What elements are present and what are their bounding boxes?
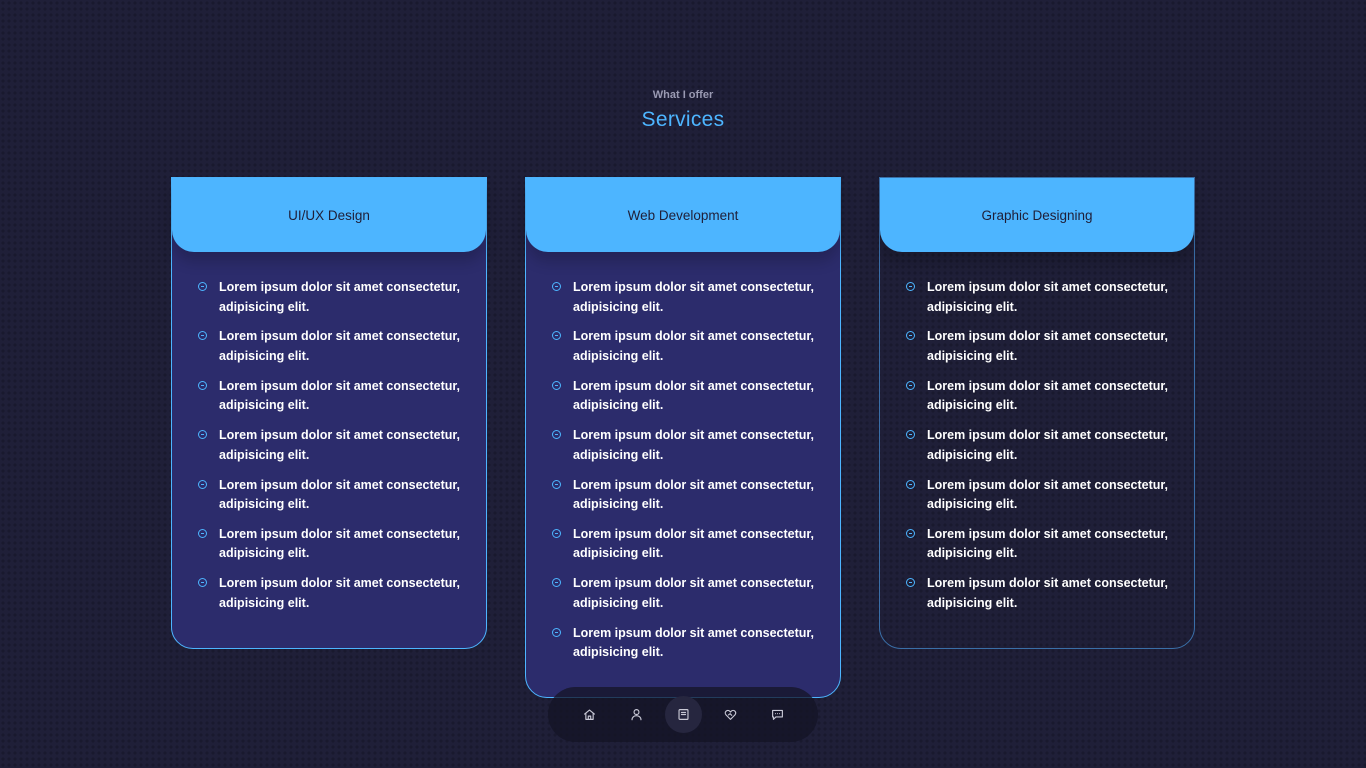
service-list-item: Lorem ipsum dolor sit amet consectetur, … (552, 525, 816, 574)
card-header: UI/UX Design (172, 178, 486, 252)
service-list-item: Lorem ipsum dolor sit amet consectetur, … (906, 327, 1170, 376)
service-list-item: Lorem ipsum dolor sit amet consectetur, … (906, 525, 1170, 574)
arrow-circle-icon (198, 528, 207, 538)
service-item-text: Lorem ipsum dolor sit amet consectetur, … (927, 428, 1169, 462)
service-list: Lorem ipsum dolor sit amet consectetur, … (526, 252, 840, 673)
service-item-text: Lorem ipsum dolor sit amet consectetur, … (927, 280, 1169, 314)
service-list: Lorem ipsum dolor sit amet consectetur, … (172, 252, 486, 624)
service-list-item: Lorem ipsum dolor sit amet consectetur, … (552, 476, 816, 525)
service-item-text: Lorem ipsum dolor sit amet consectetur, … (219, 576, 461, 610)
arrow-circle-icon (906, 282, 915, 291)
bottom-nav (548, 687, 818, 742)
service-item-text: Lorem ipsum dolor sit amet consectetur, … (927, 477, 1169, 512)
arrow-circle-icon (198, 479, 207, 489)
service-item-text: Lorem ipsum dolor sit amet consectetur, … (573, 477, 815, 512)
service-list-item: Lorem ipsum dolor sit amet consectetur, … (552, 377, 816, 426)
arrow-circle-icon (906, 578, 915, 588)
arrow-circle-icon (198, 578, 207, 588)
service-list-item: Lorem ipsum dolor sit amet consectetur, … (198, 574, 462, 623)
heart-handshake-icon (724, 709, 736, 720)
service-item-text: Lorem ipsum dolor sit amet consectetur, … (573, 576, 815, 610)
card-title: Graphic Designing (981, 207, 1093, 223)
service-card-web-dev: Web Development Lorem ipsum dolor sit am… (525, 177, 841, 698)
arrow-circle-icon (906, 528, 915, 538)
service-card-ui-ux: UI/UX Design Lorem ipsum dolor sit amet … (171, 177, 487, 649)
service-list-item: Lorem ipsum dolor sit amet consectetur, … (552, 574, 816, 623)
service-item-text: Lorem ipsum dolor sit amet consectetur, … (573, 378, 815, 413)
arrow-circle-icon (906, 430, 915, 440)
service-item-text: Lorem ipsum dolor sit amet consectetur, … (219, 477, 461, 512)
arrow-circle-icon (906, 331, 915, 341)
card-header: Web Development (526, 178, 840, 252)
arrow-circle-icon (552, 380, 561, 390)
card-title: UI/UX Design (288, 207, 370, 223)
service-item-text: Lorem ipsum dolor sit amet consectetur, … (219, 280, 461, 314)
arrow-circle-icon (906, 479, 915, 489)
service-item-text: Lorem ipsum dolor sit amet consectetur, … (573, 625, 815, 660)
user-icon (630, 709, 642, 721)
service-item-text: Lorem ipsum dolor sit amet consectetur, … (927, 526, 1169, 561)
service-list-item: Lorem ipsum dolor sit amet consectetur, … (552, 278, 816, 327)
nav-home-button[interactable] (571, 696, 608, 733)
service-list-item: Lorem ipsum dolor sit amet consectetur, … (906, 426, 1170, 475)
card-title: Web Development (627, 207, 739, 223)
service-list-item: Lorem ipsum dolor sit amet consectetur, … (198, 525, 462, 574)
service-item-text: Lorem ipsum dolor sit amet consectetur, … (573, 280, 815, 314)
service-list-item: Lorem ipsum dolor sit amet consectetur, … (198, 278, 462, 327)
home-icon (583, 709, 595, 720)
service-list-item: Lorem ipsum dolor sit amet consectetur, … (906, 476, 1170, 525)
section-title: Services (641, 108, 725, 131)
nav-experience-button[interactable] (712, 696, 749, 733)
service-list: Lorem ipsum dolor sit amet consectetur, … (880, 252, 1194, 624)
arrow-circle-icon (198, 430, 207, 440)
service-card-graphic: Graphic Designing Lorem ipsum dolor sit … (879, 177, 1195, 649)
arrow-circle-icon (552, 331, 561, 341)
service-item-text: Lorem ipsum dolor sit amet consectetur, … (573, 428, 815, 462)
section-subtitle: What I offer (652, 89, 714, 101)
service-list-item: Lorem ipsum dolor sit amet consectetur, … (906, 377, 1170, 426)
book-icon (677, 709, 689, 720)
service-item-text: Lorem ipsum dolor sit amet consectetur, … (927, 329, 1169, 363)
service-list-item: Lorem ipsum dolor sit amet consectetur, … (552, 624, 816, 673)
service-item-text: Lorem ipsum dolor sit amet consectetur, … (219, 329, 461, 363)
service-item-text: Lorem ipsum dolor sit amet consectetur, … (573, 526, 815, 561)
nav-services-button[interactable] (664, 696, 702, 733)
service-item-text: Lorem ipsum dolor sit amet consectetur, … (927, 378, 1169, 413)
arrow-circle-icon (198, 282, 207, 291)
service-item-text: Lorem ipsum dolor sit amet consectetur, … (573, 329, 815, 363)
card-header: Graphic Designing (880, 178, 1194, 252)
service-item-text: Lorem ipsum dolor sit amet consectetur, … (219, 428, 461, 462)
service-list-item: Lorem ipsum dolor sit amet consectetur, … (198, 426, 462, 475)
arrow-circle-icon (552, 282, 561, 291)
message-icon (771, 709, 783, 720)
arrow-circle-icon (552, 627, 561, 637)
arrow-circle-icon (198, 380, 207, 390)
service-list-item: Lorem ipsum dolor sit amet consectetur, … (198, 377, 462, 426)
arrow-circle-icon (906, 380, 915, 390)
service-item-text: Lorem ipsum dolor sit amet consectetur, … (927, 576, 1169, 610)
nav-contact-button[interactable] (759, 696, 796, 733)
arrow-circle-icon (552, 578, 561, 588)
service-list-item: Lorem ipsum dolor sit amet consectetur, … (552, 426, 816, 475)
service-list-item: Lorem ipsum dolor sit amet consectetur, … (552, 327, 816, 376)
service-list-item: Lorem ipsum dolor sit amet consectetur, … (906, 278, 1170, 327)
arrow-circle-icon (552, 479, 561, 489)
service-item-text: Lorem ipsum dolor sit amet consectetur, … (219, 526, 461, 561)
service-list-item: Lorem ipsum dolor sit amet consectetur, … (906, 574, 1170, 623)
nav-about-button[interactable] (618, 696, 655, 733)
service-item-text: Lorem ipsum dolor sit amet consectetur, … (219, 378, 461, 413)
arrow-circle-icon (552, 430, 561, 440)
arrow-circle-icon (198, 331, 207, 341)
arrow-circle-icon (552, 528, 561, 538)
service-list-item: Lorem ipsum dolor sit amet consectetur, … (198, 476, 462, 525)
service-list-item: Lorem ipsum dolor sit amet consectetur, … (198, 327, 462, 376)
